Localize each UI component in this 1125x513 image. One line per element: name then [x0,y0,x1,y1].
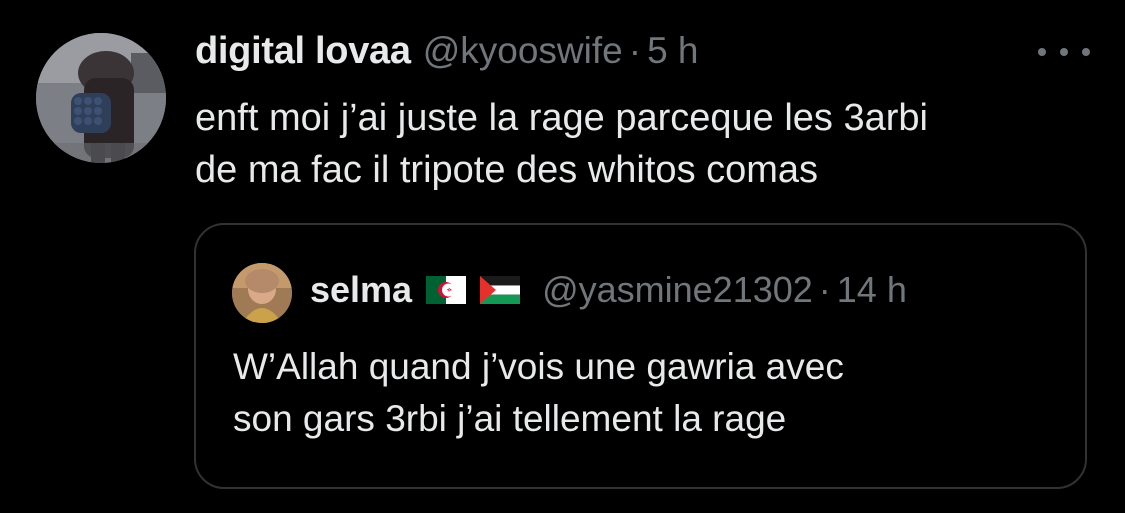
quoted-tweet-card[interactable]: selma @yasmine21302 · 14 h W’Allah quand… [194,223,1087,489]
more-dot [1038,48,1046,56]
tweet-text-line: de ma fac il tripote des whitos comas [195,149,819,191]
quoted-author-handle[interactable]: @yasmine21302 [542,269,813,311]
quoted-text-line: son gars 3rbi j’ai tellement la rage [233,398,787,439]
author-handle[interactable]: @kyooswife [423,30,623,72]
separator-dot: · [628,30,642,71]
author-avatar[interactable] [36,33,166,163]
more-icon[interactable] [1038,40,1090,64]
palestine-flag-icon [480,276,521,304]
more-dot [1082,48,1090,56]
tweet-text: enft moi j’ai juste la rage parceque les… [195,92,1075,196]
quoted-author-display-name[interactable]: selma [310,269,412,311]
quoted-text-line: W’Allah quand j’vois une gawria avec [233,346,844,387]
more-dot [1060,48,1068,56]
tweet-timestamp[interactable]: 5 h [647,30,698,72]
quoted-tweet-timestamp[interactable]: 14 h [837,269,907,311]
quoted-author-avatar[interactable] [232,263,292,323]
tweet[interactable]: digital lovaa @kyooswife · 5 h enft moi … [0,0,1125,513]
quoted-tweet-text: W’Allah quand j’vois une gawria avec son… [233,341,844,445]
author-display-name[interactable]: digital lovaa [195,30,411,73]
separator-dot: · [818,269,831,310]
tweet-text-line: enft moi j’ai juste la rage parceque les… [195,97,928,139]
tweet-header: digital lovaa @kyooswife · 5 h [195,30,699,80]
quoted-tweet-header: selma @yasmine21302 · 14 h [310,269,907,311]
algeria-flag-icon [426,276,467,304]
